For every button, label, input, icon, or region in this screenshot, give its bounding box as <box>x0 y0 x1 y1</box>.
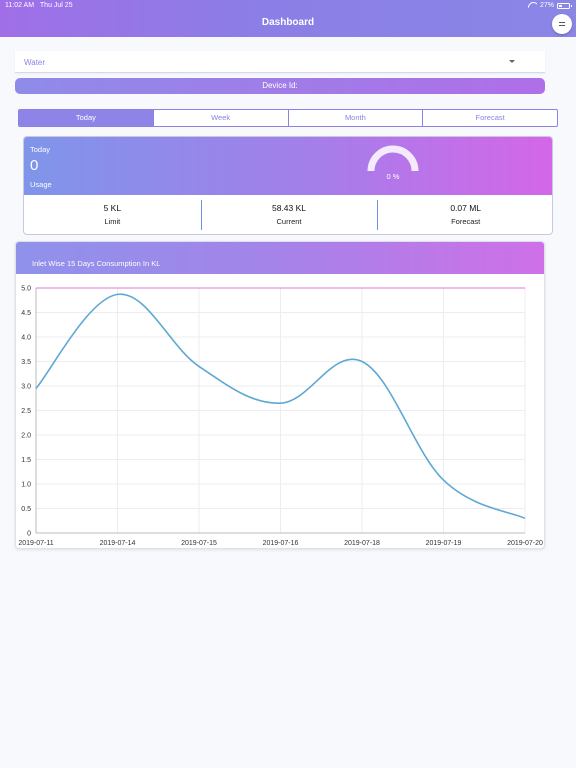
tab-week[interactable]: Week <box>154 110 289 126</box>
status-date: Thu Jul 25 <box>39 2 73 9</box>
today-usage-label: Usage <box>30 180 52 189</box>
stat-limit: 5 KL Limit <box>24 195 201 234</box>
chevron-down-icon <box>509 60 515 63</box>
menu-icon <box>559 22 565 26</box>
y-tick-label: 0 <box>27 531 31 538</box>
stat-limit-label: Limit <box>104 217 121 226</box>
y-tick-label: 5.0 <box>21 286 31 293</box>
stat-current-value: 58.43 KL <box>271 203 307 213</box>
status-time: 11:02 AM Thu Jul 25 <box>5 2 73 9</box>
y-tick-label: 4.0 <box>21 335 31 342</box>
app-header: 11:02 AM Thu Jul 25 27% Dashboard <box>0 0 576 37</box>
y-tick-label: 1.5 <box>21 457 31 464</box>
x-tick-label: 2019-07-11 <box>18 540 53 547</box>
chart-header: Inlet Wise 15 Days Consumption In KL <box>16 242 544 274</box>
period-tabs: Today Week Month Forecast <box>18 109 558 127</box>
x-tick-label: 2019-07-19 <box>426 540 462 547</box>
resource-select-value: Water <box>24 58 46 67</box>
tab-month[interactable]: Month <box>289 110 424 126</box>
stat-current-label: Current <box>276 217 302 226</box>
stat-forecast-value: 0.07 ML <box>450 203 482 213</box>
stat-current: 58.43 KL Current <box>200 195 378 234</box>
usage-gauge <box>367 145 419 171</box>
y-tick-label: 2.0 <box>21 433 31 440</box>
stat-forecast: 0.07 ML Forecast <box>377 195 552 234</box>
today-usage-value: 0 <box>30 157 39 174</box>
today-summary-banner: Today 0 Usage 0 % <box>24 137 552 195</box>
chart-title: Inlet Wise 15 Days Consumption In KL <box>32 259 161 268</box>
wifi-icon <box>528 2 537 9</box>
stat-limit-value: 5 KL <box>103 203 122 213</box>
y-tick-label: 0.5 <box>21 506 31 513</box>
device-id-bar: Device Id: <box>15 78 545 94</box>
page-title: Dashboard <box>261 17 315 28</box>
tab-today[interactable]: Today <box>19 110 154 126</box>
x-tick-label: 2019-07-18 <box>344 540 380 547</box>
tab-forecast[interactable]: Forecast <box>423 110 557 126</box>
battery-percent: 27% <box>539 2 554 9</box>
stat-forecast-label: Forecast <box>451 217 481 226</box>
y-tick-label: 3.5 <box>21 359 31 366</box>
y-tick-label: 2.5 <box>21 408 31 415</box>
status-time-text: 11:02 AM <box>5 2 35 9</box>
stats-row: 5 KL Limit 58.43 KL Current 0.07 ML Fore… <box>24 195 552 234</box>
consumption-line-chart: 0 0.5 1.0 1.5 2.0 2.5 3.0 3.5 4.0 4.5 5.0 2019-07-1… <box>18 286 543 548</box>
battery-icon <box>557 2 572 9</box>
today-label: Today <box>30 145 51 154</box>
consumption-chart-card: Inlet Wise 15 Days Consumption In KL 0 0.… <box>15 241 545 549</box>
resource-select[interactable]: Water <box>15 51 545 73</box>
x-tick-label: 2019-07-16 <box>263 540 299 547</box>
status-right: 27% <box>528 2 572 9</box>
y-tick-label: 4.5 <box>21 310 31 317</box>
gauge-percent: 0 % <box>386 172 400 181</box>
y-tick-label: 3.0 <box>21 384 31 391</box>
x-tick-label: 2019-07-14 <box>100 540 136 547</box>
y-tick-label: 1.0 <box>21 482 31 489</box>
status-bar: 11:02 AM Thu Jul 25 27% <box>0 0 576 11</box>
x-tick-label: 2019-07-15 <box>181 540 217 547</box>
menu-button[interactable] <box>552 14 572 34</box>
x-tick-label: 2019-07-20 <box>507 540 543 547</box>
today-summary-card: Today 0 Usage 0 % 5 KL Limit 58.43 KL Cu… <box>23 136 553 235</box>
gauge-track <box>367 145 419 171</box>
